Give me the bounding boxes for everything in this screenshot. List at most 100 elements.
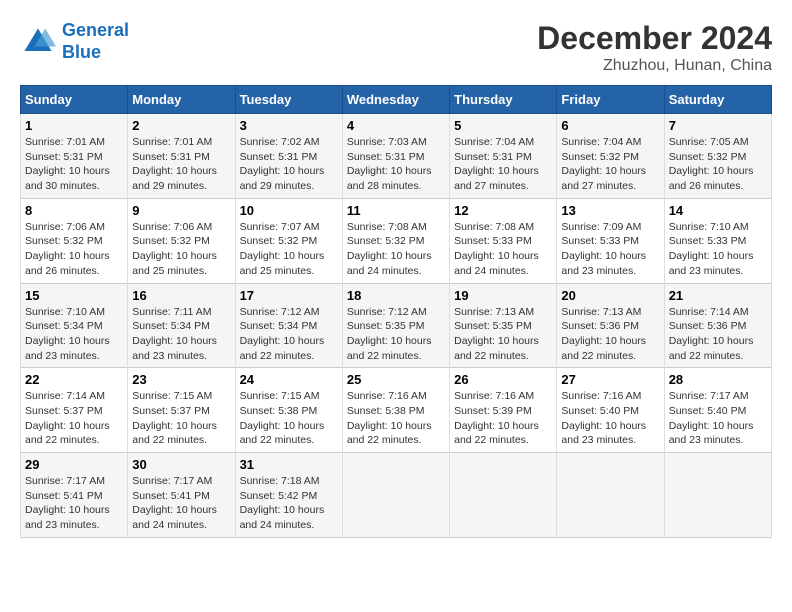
day-info: Sunrise: 7:03 AMSunset: 5:31 PMDaylight:…	[347, 135, 445, 194]
day-number: 15	[25, 288, 123, 303]
calendar-cell: 4 Sunrise: 7:03 AMSunset: 5:31 PMDayligh…	[342, 114, 449, 199]
calendar-cell: 1 Sunrise: 7:01 AMSunset: 5:31 PMDayligh…	[21, 114, 128, 199]
day-number: 28	[669, 372, 767, 387]
day-number: 13	[561, 203, 659, 218]
calendar-cell: 6 Sunrise: 7:04 AMSunset: 5:32 PMDayligh…	[557, 114, 664, 199]
logo-text: General Blue	[62, 20, 129, 63]
day-info: Sunrise: 7:07 AMSunset: 5:32 PMDaylight:…	[240, 220, 338, 279]
location: Zhuzhou, Hunan, China	[537, 57, 772, 75]
day-info: Sunrise: 7:12 AMSunset: 5:35 PMDaylight:…	[347, 305, 445, 364]
calendar-cell: 21 Sunrise: 7:14 AMSunset: 5:36 PMDaylig…	[664, 283, 771, 368]
day-info: Sunrise: 7:04 AMSunset: 5:31 PMDaylight:…	[454, 135, 552, 194]
day-info: Sunrise: 7:14 AMSunset: 5:36 PMDaylight:…	[669, 305, 767, 364]
calendar-cell	[664, 453, 771, 538]
day-info: Sunrise: 7:16 AMSunset: 5:39 PMDaylight:…	[454, 389, 552, 448]
calendar-cell: 29 Sunrise: 7:17 AMSunset: 5:41 PMDaylig…	[21, 453, 128, 538]
month-title: December 2024	[537, 20, 772, 57]
calendar-cell: 8 Sunrise: 7:06 AMSunset: 5:32 PMDayligh…	[21, 198, 128, 283]
day-number: 22	[25, 372, 123, 387]
day-info: Sunrise: 7:08 AMSunset: 5:33 PMDaylight:…	[454, 220, 552, 279]
calendar-cell: 23 Sunrise: 7:15 AMSunset: 5:37 PMDaylig…	[128, 368, 235, 453]
day-info: Sunrise: 7:08 AMSunset: 5:32 PMDaylight:…	[347, 220, 445, 279]
calendar-cell: 27 Sunrise: 7:16 AMSunset: 5:40 PMDaylig…	[557, 368, 664, 453]
day-number: 12	[454, 203, 552, 218]
calendar-body: 1 Sunrise: 7:01 AMSunset: 5:31 PMDayligh…	[21, 114, 772, 538]
calendar-cell: 17 Sunrise: 7:12 AMSunset: 5:34 PMDaylig…	[235, 283, 342, 368]
calendar-cell: 24 Sunrise: 7:15 AMSunset: 5:38 PMDaylig…	[235, 368, 342, 453]
day-number: 7	[669, 118, 767, 133]
weekday-header-row: SundayMondayTuesdayWednesdayThursdayFrid…	[21, 86, 772, 114]
calendar-cell: 13 Sunrise: 7:09 AMSunset: 5:33 PMDaylig…	[557, 198, 664, 283]
weekday-header-friday: Friday	[557, 86, 664, 114]
day-number: 14	[669, 203, 767, 218]
day-info: Sunrise: 7:06 AMSunset: 5:32 PMDaylight:…	[25, 220, 123, 279]
day-info: Sunrise: 7:14 AMSunset: 5:37 PMDaylight:…	[25, 389, 123, 448]
day-info: Sunrise: 7:06 AMSunset: 5:32 PMDaylight:…	[132, 220, 230, 279]
day-info: Sunrise: 7:16 AMSunset: 5:40 PMDaylight:…	[561, 389, 659, 448]
calendar-cell	[557, 453, 664, 538]
calendar-cell: 14 Sunrise: 7:10 AMSunset: 5:33 PMDaylig…	[664, 198, 771, 283]
day-info: Sunrise: 7:10 AMSunset: 5:34 PMDaylight:…	[25, 305, 123, 364]
calendar-cell: 16 Sunrise: 7:11 AMSunset: 5:34 PMDaylig…	[128, 283, 235, 368]
day-number: 30	[132, 457, 230, 472]
logo: General Blue	[20, 20, 129, 63]
day-number: 29	[25, 457, 123, 472]
day-number: 27	[561, 372, 659, 387]
calendar-table: SundayMondayTuesdayWednesdayThursdayFrid…	[20, 85, 772, 538]
calendar-cell: 31 Sunrise: 7:18 AMSunset: 5:42 PMDaylig…	[235, 453, 342, 538]
day-number: 10	[240, 203, 338, 218]
calendar-cell	[450, 453, 557, 538]
day-number: 20	[561, 288, 659, 303]
day-info: Sunrise: 7:18 AMSunset: 5:42 PMDaylight:…	[240, 474, 338, 533]
day-number: 9	[132, 203, 230, 218]
day-number: 31	[240, 457, 338, 472]
day-number: 25	[347, 372, 445, 387]
day-number: 3	[240, 118, 338, 133]
day-number: 19	[454, 288, 552, 303]
day-info: Sunrise: 7:15 AMSunset: 5:37 PMDaylight:…	[132, 389, 230, 448]
weekday-header-monday: Monday	[128, 86, 235, 114]
day-info: Sunrise: 7:09 AMSunset: 5:33 PMDaylight:…	[561, 220, 659, 279]
day-number: 21	[669, 288, 767, 303]
calendar-cell: 10 Sunrise: 7:07 AMSunset: 5:32 PMDaylig…	[235, 198, 342, 283]
calendar-week-3: 15 Sunrise: 7:10 AMSunset: 5:34 PMDaylig…	[21, 283, 772, 368]
day-info: Sunrise: 7:17 AMSunset: 5:41 PMDaylight:…	[25, 474, 123, 533]
day-info: Sunrise: 7:17 AMSunset: 5:41 PMDaylight:…	[132, 474, 230, 533]
page-header: General Blue December 2024 Zhuzhou, Huna…	[20, 20, 772, 75]
day-number: 18	[347, 288, 445, 303]
logo-icon	[20, 24, 56, 60]
day-number: 11	[347, 203, 445, 218]
weekday-header-tuesday: Tuesday	[235, 86, 342, 114]
calendar-cell: 5 Sunrise: 7:04 AMSunset: 5:31 PMDayligh…	[450, 114, 557, 199]
calendar-cell: 18 Sunrise: 7:12 AMSunset: 5:35 PMDaylig…	[342, 283, 449, 368]
day-info: Sunrise: 7:02 AMSunset: 5:31 PMDaylight:…	[240, 135, 338, 194]
day-info: Sunrise: 7:13 AMSunset: 5:35 PMDaylight:…	[454, 305, 552, 364]
day-info: Sunrise: 7:13 AMSunset: 5:36 PMDaylight:…	[561, 305, 659, 364]
calendar-week-2: 8 Sunrise: 7:06 AMSunset: 5:32 PMDayligh…	[21, 198, 772, 283]
day-info: Sunrise: 7:01 AMSunset: 5:31 PMDaylight:…	[25, 135, 123, 194]
calendar-cell	[342, 453, 449, 538]
day-info: Sunrise: 7:12 AMSunset: 5:34 PMDaylight:…	[240, 305, 338, 364]
calendar-cell: 9 Sunrise: 7:06 AMSunset: 5:32 PMDayligh…	[128, 198, 235, 283]
logo-line2: Blue	[62, 42, 101, 62]
day-number: 16	[132, 288, 230, 303]
calendar-cell: 11 Sunrise: 7:08 AMSunset: 5:32 PMDaylig…	[342, 198, 449, 283]
day-number: 24	[240, 372, 338, 387]
weekday-header-thursday: Thursday	[450, 86, 557, 114]
day-info: Sunrise: 7:04 AMSunset: 5:32 PMDaylight:…	[561, 135, 659, 194]
weekday-header-wednesday: Wednesday	[342, 86, 449, 114]
weekday-header-saturday: Saturday	[664, 86, 771, 114]
day-info: Sunrise: 7:01 AMSunset: 5:31 PMDaylight:…	[132, 135, 230, 194]
day-number: 23	[132, 372, 230, 387]
day-info: Sunrise: 7:05 AMSunset: 5:32 PMDaylight:…	[669, 135, 767, 194]
day-number: 2	[132, 118, 230, 133]
day-number: 4	[347, 118, 445, 133]
day-info: Sunrise: 7:11 AMSunset: 5:34 PMDaylight:…	[132, 305, 230, 364]
calendar-cell: 25 Sunrise: 7:16 AMSunset: 5:38 PMDaylig…	[342, 368, 449, 453]
day-info: Sunrise: 7:16 AMSunset: 5:38 PMDaylight:…	[347, 389, 445, 448]
title-block: December 2024 Zhuzhou, Hunan, China	[537, 20, 772, 75]
day-number: 1	[25, 118, 123, 133]
calendar-cell: 12 Sunrise: 7:08 AMSunset: 5:33 PMDaylig…	[450, 198, 557, 283]
calendar-week-1: 1 Sunrise: 7:01 AMSunset: 5:31 PMDayligh…	[21, 114, 772, 199]
day-number: 5	[454, 118, 552, 133]
